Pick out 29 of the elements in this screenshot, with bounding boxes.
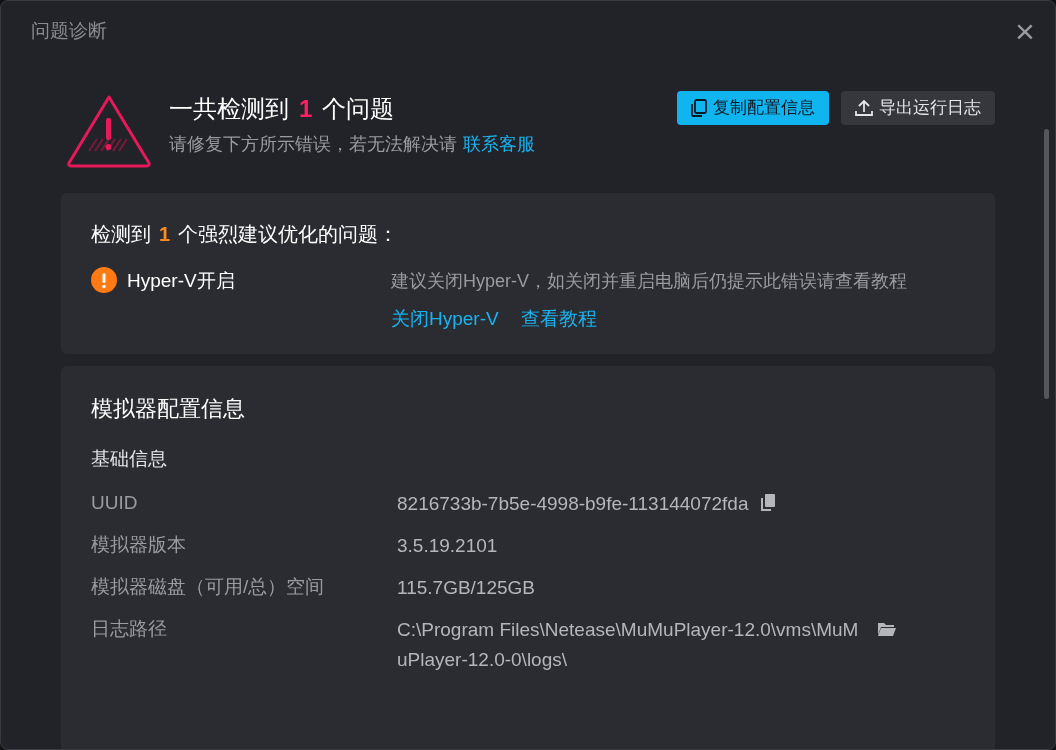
config-label: 日志路径 — [91, 617, 168, 641]
section-heading: 基础信息 — [91, 446, 168, 471]
issues-heading: 检测到 1 个强烈建议优化的问题： — [91, 222, 400, 247]
config-heading: 模拟器配置信息 — [91, 394, 246, 423]
config-label: 模拟器磁盘（可用/总）空间 — [91, 575, 326, 599]
alert-icon — [91, 267, 117, 293]
config-value: 3.5.19.2101 — [397, 534, 498, 558]
config-value: 115.7GB/125GB — [397, 576, 536, 600]
subtitle-text: 请修复下方所示错误，若无法解决请 — [169, 134, 457, 154]
export-log-button[interactable]: 导出运行日志 — [841, 91, 995, 125]
summary-heading: 一共检测到 1 个问题 — [169, 94, 396, 124]
issue-description: 建议关闭Hyper-V，如关闭并重启电脑后仍提示此错误请查看教程 — [391, 270, 908, 293]
copy-config-button[interactable]: 复制配置信息 — [677, 91, 829, 125]
warning-icon — [65, 93, 153, 169]
folder-icon[interactable] — [877, 621, 897, 637]
upload-icon — [855, 99, 873, 117]
issue-link[interactable]: 关闭Hyper-V — [391, 305, 499, 334]
config-value: 8216733b-7b5e-4998-b9fe-113144072fda — [397, 492, 749, 516]
close-button[interactable]: × — [1005, 11, 1045, 51]
window-title: 问题诊断 — [31, 18, 107, 43]
issue-name: Hyper-V开启 — [127, 269, 235, 293]
issue-link[interactable]: 查看教程 — [520, 305, 597, 334]
config-label: 模拟器版本 — [91, 533, 187, 557]
config-value: C:\Program Files\Netease\MuMuPlayer-12.0\vms\MuMuPlayer-12.0-0\logs\ — [397, 618, 860, 672]
scrollbar[interactable] — [1044, 129, 1049, 399]
contact-link[interactable]: 联系客服 — [463, 134, 535, 154]
copy-icon — [691, 99, 707, 117]
copy-icon[interactable] — [760, 493, 777, 511]
config-label: UUID — [91, 491, 139, 515]
